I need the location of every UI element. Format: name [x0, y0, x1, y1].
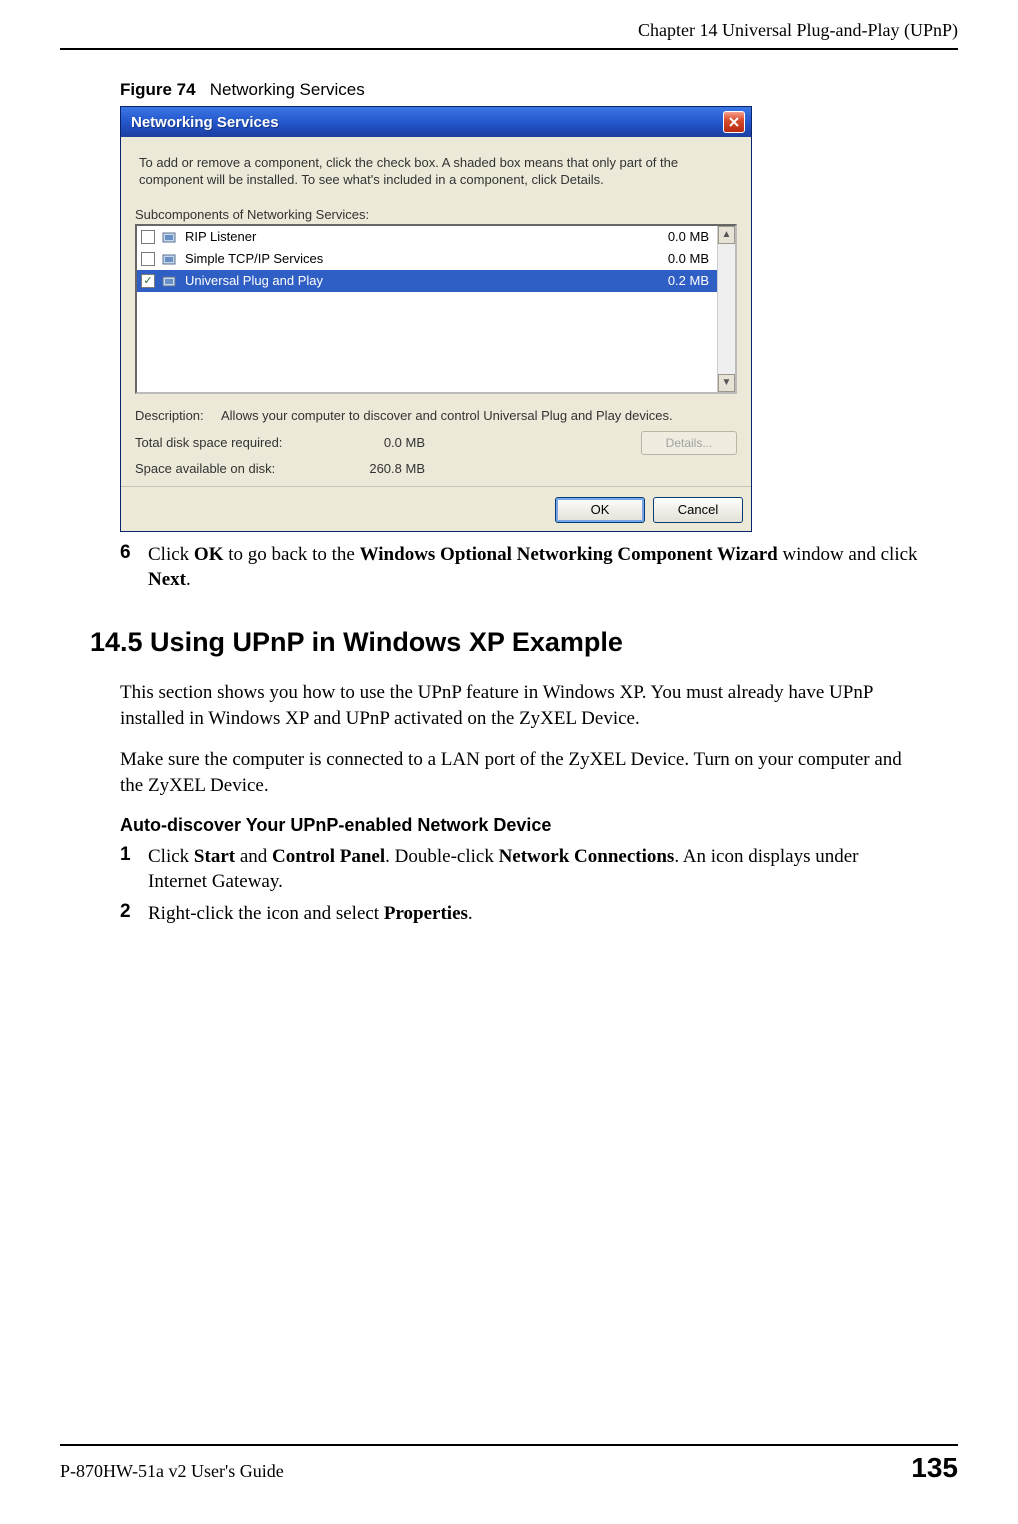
- component-icon: [161, 229, 179, 245]
- scrollbar[interactable]: ▲ ▼: [717, 226, 735, 392]
- total-space-value: 0.0 MB: [335, 435, 425, 450]
- item-size: 0.0 MB: [649, 229, 709, 244]
- scroll-down-icon[interactable]: ▼: [718, 374, 735, 392]
- item-size: 0.0 MB: [649, 251, 709, 266]
- dialog-titlebar[interactable]: Networking Services: [121, 107, 751, 137]
- subheading: Auto-discover Your UPnP-enabled Network …: [120, 815, 918, 836]
- list-item[interactable]: RIP Listener 0.0 MB: [137, 226, 717, 248]
- step-text: Right-click the icon and select Properti…: [148, 901, 918, 927]
- checkbox[interactable]: ✓: [141, 274, 155, 288]
- chapter-title: Chapter 14 Universal Plug-and-Play (UPnP…: [638, 20, 958, 40]
- item-size: 0.2 MB: [649, 273, 709, 288]
- item-name: Simple TCP/IP Services: [185, 251, 649, 266]
- step-number: 2: [120, 901, 148, 927]
- available-space-label: Space available on disk:: [135, 461, 335, 476]
- step-number: 6: [120, 542, 148, 593]
- close-icon[interactable]: [723, 111, 745, 133]
- figure-caption: Figure 74 Networking Services: [120, 80, 918, 100]
- description-label: Description:: [135, 408, 221, 425]
- details-button: Details...: [641, 431, 737, 455]
- section-paragraph: Make sure the computer is connected to a…: [120, 747, 918, 798]
- checkbox[interactable]: [141, 230, 155, 244]
- page-footer: P-870HW-51a v2 User's Guide 135: [60, 1444, 958, 1484]
- step-text: Click Start and Control Panel. Double-cl…: [148, 844, 918, 895]
- description-text: Allows your computer to discover and con…: [221, 408, 737, 425]
- guide-name: P-870HW-51a v2 User's Guide: [60, 1461, 284, 1482]
- component-icon: [161, 273, 179, 289]
- page-header: Chapter 14 Universal Plug-and-Play (UPnP…: [60, 20, 958, 50]
- ok-button[interactable]: OK: [555, 497, 645, 523]
- figure-title: Networking Services: [210, 80, 365, 99]
- subcomponents-label: Subcomponents of Networking Services:: [135, 207, 737, 222]
- page-number: 135: [911, 1452, 958, 1484]
- step-number: 1: [120, 844, 148, 895]
- networking-services-dialog: Networking Services To add or remove a c…: [120, 106, 752, 532]
- scroll-up-icon[interactable]: ▲: [718, 226, 735, 244]
- step-6: 6 Click OK to go back to the Windows Opt…: [120, 542, 918, 593]
- dialog-title: Networking Services: [131, 114, 279, 131]
- section-heading: 14.5 Using UPnP in Windows XP Example: [90, 627, 918, 658]
- cancel-button[interactable]: Cancel: [653, 497, 743, 523]
- step-2: 2 Right-click the icon and select Proper…: [120, 901, 918, 927]
- total-space-label: Total disk space required:: [135, 435, 335, 450]
- available-space-value: 260.8 MB: [335, 461, 425, 476]
- step-text: Click OK to go back to the Windows Optio…: [148, 542, 918, 593]
- subcomponents-listbox[interactable]: RIP Listener 0.0 MB Simple TCP/IP Servic…: [135, 224, 737, 394]
- list-item[interactable]: ✓ Universal Plug and Play 0.2 MB: [137, 270, 717, 292]
- step-1: 1 Click Start and Control Panel. Double-…: [120, 844, 918, 895]
- section-paragraph: This section shows you how to use the UP…: [120, 680, 918, 731]
- component-icon: [161, 251, 179, 267]
- item-name: RIP Listener: [185, 229, 649, 244]
- dialog-intro-text: To add or remove a component, click the …: [139, 155, 733, 189]
- item-name: Universal Plug and Play: [185, 273, 649, 288]
- figure-label: Figure 74: [120, 80, 196, 99]
- list-item[interactable]: Simple TCP/IP Services 0.0 MB: [137, 248, 717, 270]
- checkbox[interactable]: [141, 252, 155, 266]
